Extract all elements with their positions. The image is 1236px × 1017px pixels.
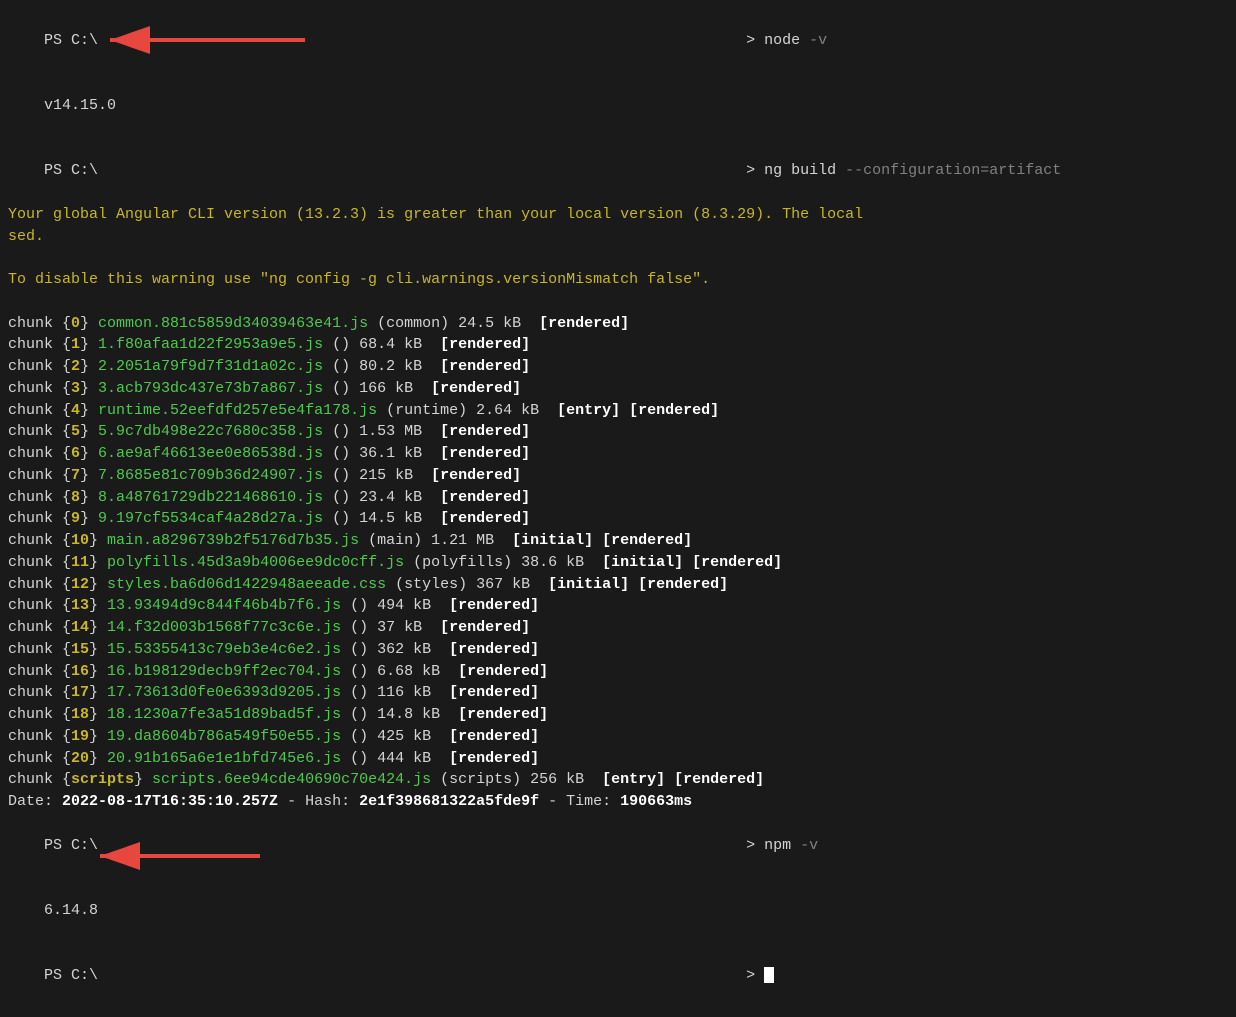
line-ng-build-prompt: PS C:\ > ng build --configuration=artifa… <box>0 139 1236 204</box>
line-npm-prompt: PS C:\ > npm -v <box>0 813 1236 878</box>
chunk-scripts: chunk {scripts} scripts.6ee94cde40690c70… <box>0 769 1236 791</box>
line-date: Date: 2022-08-17T16:35:10.257Z - Hash: 2… <box>0 791 1236 813</box>
chunk-6: chunk {6} 6.ae9af46613ee0e86538d.js () 3… <box>0 443 1236 465</box>
terminal-cursor <box>764 967 774 983</box>
chunk-10: chunk {10} main.a8296739b2f5176d7b35.js … <box>0 530 1236 552</box>
chunk-2: chunk {2} 2.2051a79f9d7f31d1a02c.js () 8… <box>0 356 1236 378</box>
line-warning-1: Your global Angular CLI version (13.2.3)… <box>0 204 1236 226</box>
chunk-5: chunk {5} 5.9c7db498e22c7680c358.js () 1… <box>0 421 1236 443</box>
chunk-11: chunk {11} polyfills.45d3a9b4006ee9dc0cf… <box>0 552 1236 574</box>
line-npm-version: 6.14.8 <box>0 878 1236 943</box>
chunk-3: chunk {3} 3.acb793dc437e73b7a867.js () 1… <box>0 378 1236 400</box>
line-blank-1 <box>0 247 1236 269</box>
chunk-19: chunk {19} 19.da8604b786a549f50e55.js ()… <box>0 726 1236 748</box>
chunk-15: chunk {15} 15.53355413c79eb3e4c6e2.js ()… <box>0 639 1236 661</box>
chunk-8: chunk {8} 8.a48761729db221468610.js () 2… <box>0 487 1236 509</box>
line-warning-3: To disable this warning use "ng config -… <box>0 269 1236 291</box>
chunk-4: chunk {4} runtime.52eefdfd257e5e4fa178.j… <box>0 400 1236 422</box>
line-node-prompt: PS C:\ > node -v <box>0 8 1236 73</box>
chunk-7: chunk {7} 7.8685e81c709b36d24907.js () 2… <box>0 465 1236 487</box>
npm-version-text: 6.14.8 <box>44 902 98 919</box>
line-warning-2: sed. <box>0 226 1236 248</box>
terminal-window: PS C:\ > node -v v14.15.0 PS C:\ <box>0 0 1236 1017</box>
line-blank-2 <box>0 291 1236 313</box>
chunk-1: chunk {1} 1.f80afaa1d22f2953a9e5.js () 6… <box>0 334 1236 356</box>
chunk-18: chunk {18} 18.1230a7fe3a51d89bad5f.js ()… <box>0 704 1236 726</box>
chunk-16: chunk {16} 16.b198129decb9ff2ec704.js ()… <box>0 661 1236 683</box>
line-final-prompt: PS C:\ > <box>0 943 1236 1008</box>
chunk-17: chunk {17} 17.73613d0fe0e6393d9205.js ()… <box>0 682 1236 704</box>
line-node-version: v14.15.0 <box>0 73 1236 138</box>
chunk-9: chunk {9} 9.197cf5534caf4a28d27a.js () 1… <box>0 508 1236 530</box>
ps-prompt: PS C:\ <box>44 32 98 49</box>
chunk-0: chunk {0} common.881c5859d34039463e41.js… <box>0 313 1236 335</box>
chunk-13: chunk {13} 13.93494d9c844f46b4b7f6.js ()… <box>0 595 1236 617</box>
chunk-20: chunk {20} 20.91b165a6e1e1bfd745e6.js ()… <box>0 748 1236 770</box>
chunk-14: chunk {14} 14.f32d003b1568f77c3c6e.js ()… <box>0 617 1236 639</box>
chunk-12: chunk {12} styles.ba6d06d1422948aeeade.c… <box>0 574 1236 596</box>
node-version-text: v14.15.0 <box>44 97 116 114</box>
